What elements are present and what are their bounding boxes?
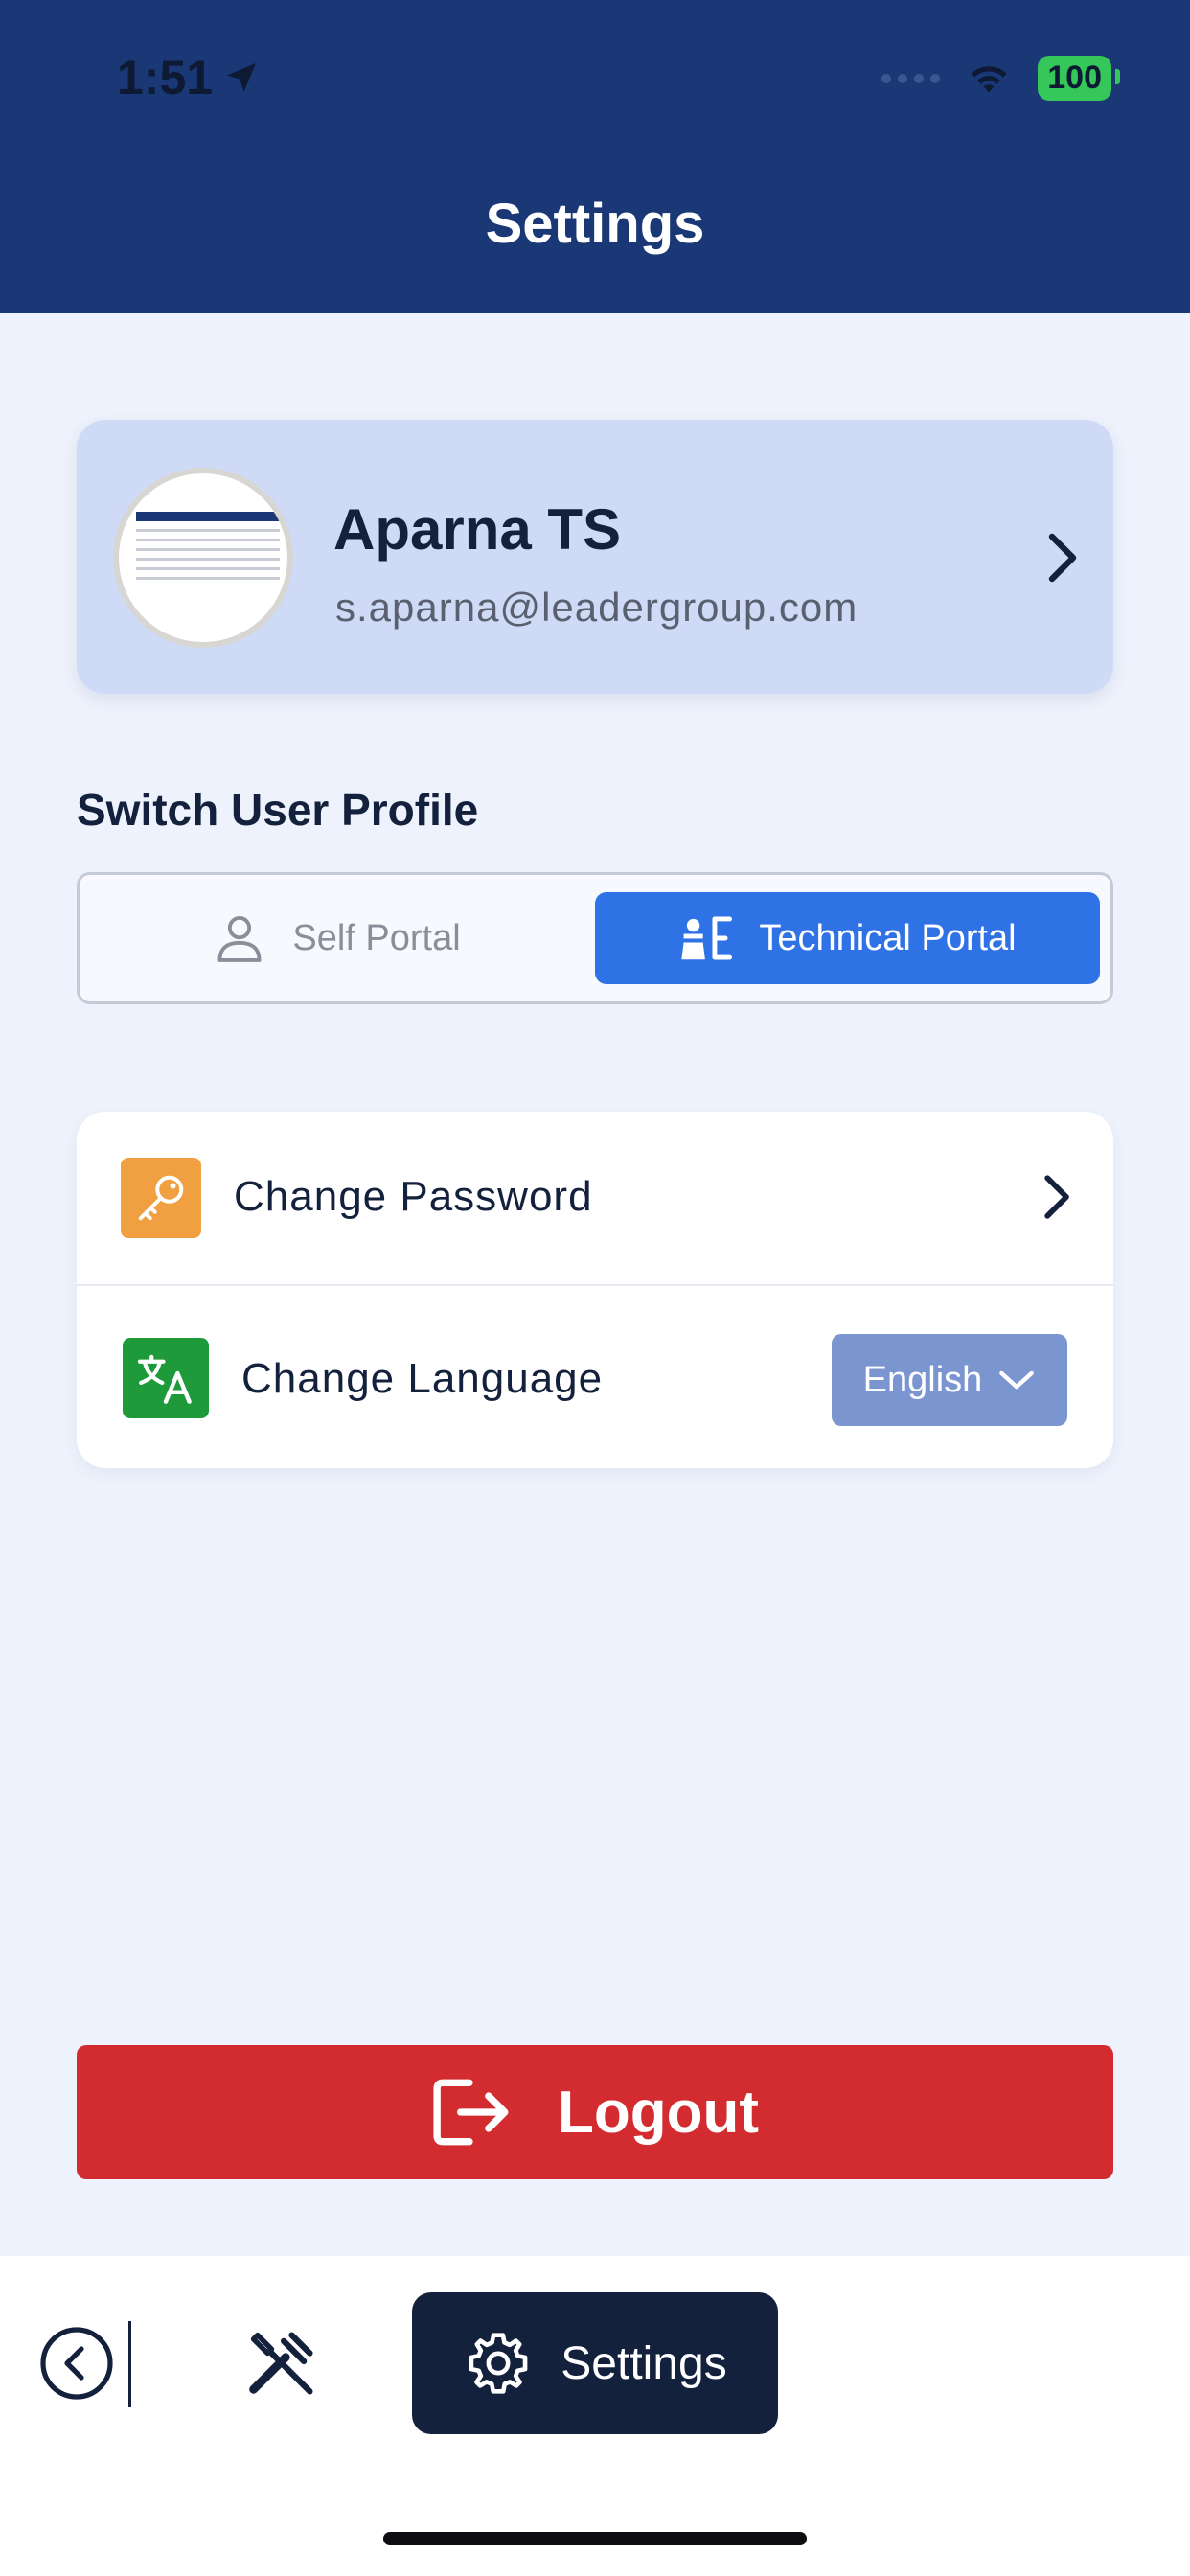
- nav-divider: [128, 2321, 131, 2407]
- avatar: [113, 468, 293, 648]
- nav-settings-button[interactable]: Settings: [412, 2292, 778, 2434]
- settings-options-card: Change Password Change Language English: [77, 1112, 1113, 1468]
- home-indicator[interactable]: [383, 2532, 807, 2545]
- switch-profile-label: Switch User Profile: [77, 785, 479, 835]
- change-password-label: Change Password: [234, 1173, 593, 1220]
- chevron-right-icon: [1048, 533, 1077, 583]
- tools-icon[interactable]: [241, 2323, 322, 2404]
- profile-email: s.aparna@leadergroup.com: [335, 585, 858, 630]
- back-circle-icon[interactable]: [38, 2325, 115, 2402]
- status-time: 1:51: [117, 50, 261, 105]
- change-password-row[interactable]: Change Password: [77, 1112, 1113, 1284]
- bottom-navigation: Settings: [0, 2256, 1190, 2576]
- technical-portal-option[interactable]: Technical Portal: [595, 892, 1100, 984]
- profile-switcher: Self Portal Technical Portal: [77, 872, 1113, 1004]
- language-select[interactable]: English: [832, 1334, 1067, 1426]
- profile-card[interactable]: Aparna TS s.aparna@leadergroup.com: [77, 420, 1113, 694]
- status-time-text: 1:51: [117, 51, 214, 104]
- wifi-icon: [971, 65, 1007, 92]
- status-indicators: 100: [881, 56, 1120, 101]
- profile-name: Aparna TS: [333, 497, 622, 562]
- language-select-value: English: [862, 1359, 983, 1400]
- battery-icon: 100: [1038, 56, 1120, 101]
- logout-icon: [433, 2079, 509, 2146]
- person-icon: [217, 916, 262, 962]
- chevron-down-icon: [999, 1370, 1035, 1390]
- header-bar: 1:51 100 Settings: [0, 0, 1190, 313]
- battery-level: 100: [1047, 59, 1102, 96]
- key-icon: [121, 1158, 201, 1238]
- chevron-right-icon: [1044, 1175, 1069, 1219]
- page-title: Settings: [485, 193, 705, 255]
- change-language-row: Change Language English: [77, 1284, 1113, 1457]
- technical-portal-label: Technical Portal: [759, 917, 1017, 958]
- logout-label: Logout: [557, 2079, 759, 2146]
- change-language-label: Change Language: [241, 1355, 604, 1402]
- nav-settings-label: Settings: [561, 2337, 727, 2389]
- translate-icon: [123, 1338, 209, 1418]
- logout-button[interactable]: Logout: [77, 2045, 1113, 2179]
- signal-dots-icon: [881, 73, 941, 83]
- location-arrow-icon: [227, 63, 257, 92]
- self-portal-label: Self Portal: [292, 917, 461, 958]
- gear-icon: [469, 2333, 528, 2394]
- self-portal-option[interactable]: Self Portal: [97, 892, 576, 984]
- technician-icon: [681, 916, 733, 960]
